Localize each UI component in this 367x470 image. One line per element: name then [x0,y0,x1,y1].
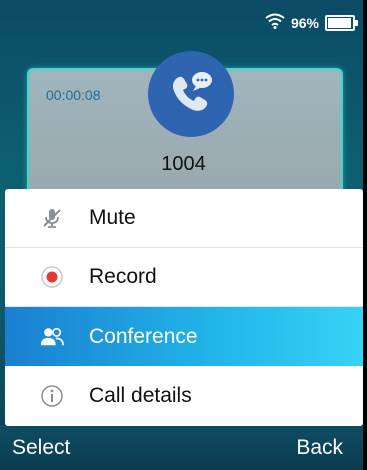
wifi-icon [265,13,285,34]
record-icon [40,265,64,289]
status-bar: 96% [265,12,358,34]
info-icon [40,384,64,408]
menu-item-conference[interactable]: Conference [5,307,363,366]
menu-item-label: Call details [89,383,192,407]
menu-item-label: Conference [89,324,198,348]
conference-icon [40,325,64,349]
menu-item-label: Record [89,265,157,288]
call-options-menu: Mute Record Conference Call details [5,189,363,426]
battery-icon [325,15,358,31]
menu-item-record[interactable]: Record [5,248,363,307]
call-duration: 00:00:08 [46,87,101,103]
phone-screen: 96% 00:00:08 1004 Mute Record Conference… [0,0,367,470]
select-softkey[interactable]: Select [12,436,70,460]
contact-avatar [148,51,234,137]
back-softkey[interactable]: Back [296,436,343,460]
microphone-muted-icon [40,206,64,230]
device-bezel [363,0,367,470]
menu-item-label: Mute [89,206,136,229]
softkey-bar: Select Back [0,426,363,470]
phone-chat-icon [166,67,216,122]
menu-item-mute[interactable]: Mute [5,189,363,248]
call-number: 1004 [161,153,206,175]
battery-percent: 96% [290,15,319,31]
menu-item-call-details[interactable]: Call details [5,366,363,425]
